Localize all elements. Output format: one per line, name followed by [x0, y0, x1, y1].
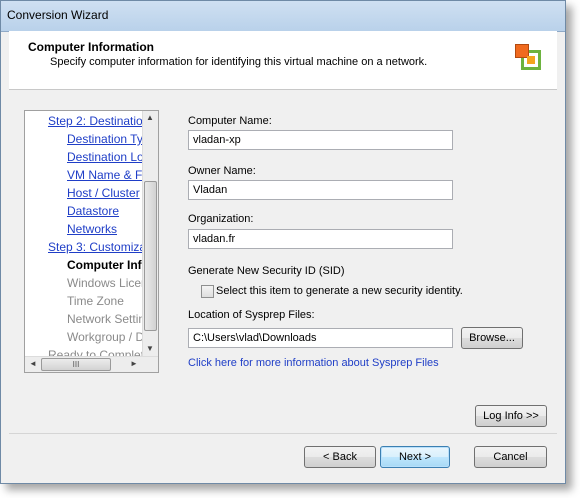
page-subtitle: Specify computer information for identif… — [50, 56, 428, 68]
organization-field[interactable]: vladan.fr — [188, 229, 453, 249]
computer-name-field[interactable]: vladan-xp — [188, 130, 453, 150]
nav-step-item[interactable]: Step 3: Customization — [48, 239, 150, 255]
window-title: Conversion Wizard — [7, 8, 109, 22]
generate-sid-checkbox-label[interactable]: Select this item to generate a new secur… — [216, 285, 463, 297]
nav-step-item: Time Zone — [67, 294, 124, 308]
owner-name-field[interactable]: Vladan — [188, 180, 453, 200]
next-button[interactable]: Next > — [380, 446, 450, 468]
title-bar[interactable]: Conversion Wizard — [1, 1, 565, 32]
scroll-left-arrow-icon[interactable]: ◄ — [26, 357, 40, 371]
sid-section-label: Generate New Security ID (SID) — [188, 265, 345, 277]
nav-step-item[interactable]: Datastore — [67, 203, 119, 219]
scroll-down-arrow-icon[interactable]: ▼ — [143, 342, 157, 356]
nav-horizontal-scroll-thumb[interactable]: III — [41, 358, 111, 371]
wizard-step-navigator: Step 2: Destination Destination Type Desti… — [24, 110, 159, 373]
sysprep-location-label: Location of Sysprep Files: — [188, 309, 315, 321]
nav-step-item[interactable]: Networks — [67, 221, 117, 237]
nav-step-item: Computer Info — [67, 258, 149, 272]
nav-vertical-scrollbar[interactable]: ▲ ▼ — [142, 111, 158, 357]
nav-step-item[interactable]: Host / Cluster — [67, 185, 140, 201]
organization-label: Organization: — [188, 213, 254, 225]
scroll-right-arrow-icon[interactable]: ► — [127, 357, 141, 371]
nav-step-item: Windows License — [67, 276, 150, 290]
nav-vertical-scroll-thumb[interactable] — [144, 181, 157, 331]
nav-step-item[interactable]: Destination Type — [67, 131, 150, 147]
back-button[interactable]: < Back — [304, 446, 376, 468]
nav-step-item: Network Settings — [67, 312, 150, 326]
nav-step-item[interactable]: Destination Login — [67, 149, 150, 165]
page-title: Computer Information — [28, 40, 154, 54]
log-info-button[interactable]: Log Info >> — [475, 405, 547, 427]
nav-horizontal-scrollbar[interactable]: ◄ III ► — [25, 356, 158, 372]
cancel-button[interactable]: Cancel — [474, 446, 547, 468]
footer-divider — [9, 433, 557, 434]
wizard-step-list: Step 2: Destination Destination Type Desti… — [25, 111, 150, 357]
browse-button[interactable]: Browse... — [461, 327, 523, 349]
vmware-converter-icon — [515, 44, 543, 72]
sysprep-location-field[interactable]: C:\Users\vlad\Downloads — [188, 328, 453, 348]
computer-name-label: Computer Name: — [188, 115, 272, 127]
scroll-up-arrow-icon[interactable]: ▲ — [143, 111, 157, 125]
generate-sid-checkbox[interactable] — [201, 285, 214, 298]
nav-step-item: Workgroup / Domain — [67, 330, 150, 344]
nav-step-item[interactable]: Step 2: Destination — [48, 113, 149, 129]
conversion-wizard-window: Conversion Wizard Computer Information S… — [0, 0, 566, 484]
nav-step-item[interactable]: VM Name & Folder — [67, 167, 150, 183]
wizard-header: Computer Information Specify computer in… — [9, 31, 557, 90]
sysprep-info-link[interactable]: Click here for more information about Sy… — [188, 357, 439, 369]
owner-name-label: Owner Name: — [188, 165, 256, 177]
